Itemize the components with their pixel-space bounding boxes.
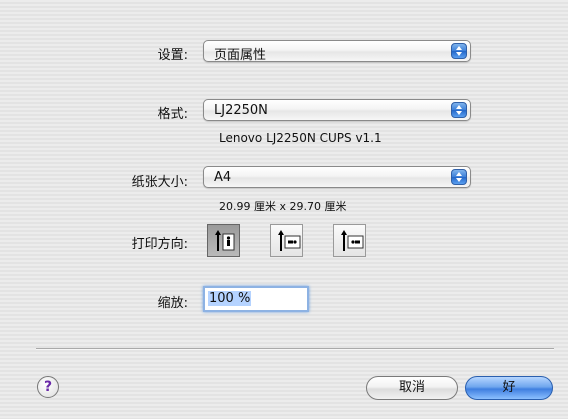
divider xyxy=(36,348,554,350)
orientation-landscape-button[interactable] xyxy=(270,224,303,257)
reverse-landscape-icon xyxy=(341,230,364,251)
format-info: Lenovo LJ2250N CUPS v1.1 xyxy=(219,131,382,145)
settings-popup[interactable]: 页面属性 xyxy=(203,40,471,63)
scale-input[interactable]: 100 % xyxy=(203,286,309,312)
format-value: LJ2250N xyxy=(214,103,268,118)
paper-size-popup[interactable]: A4 xyxy=(203,166,471,188)
paper-size-label: 纸张大小: xyxy=(131,175,188,190)
popup-arrows-icon xyxy=(451,43,467,59)
paper-size-value: A4 xyxy=(214,170,232,185)
format-popup[interactable]: LJ2250N xyxy=(203,99,471,121)
settings-value: 页面属性 xyxy=(214,48,267,63)
orientation-label: 打印方向: xyxy=(131,237,188,252)
portrait-icon xyxy=(215,230,235,251)
paper-size-info: 20.99 厘米 x 29.70 厘米 xyxy=(219,200,347,213)
orientation-reverse-landscape-button[interactable] xyxy=(333,224,366,257)
settings-label: 设置: xyxy=(157,48,188,63)
cancel-button[interactable]: 取消 xyxy=(366,376,458,400)
popup-arrows-icon xyxy=(451,102,467,118)
scale-value: 100 % xyxy=(208,291,252,306)
ok-button[interactable]: 好 xyxy=(465,376,553,400)
format-label: 格式: xyxy=(157,107,188,122)
orientation-portrait-button[interactable] xyxy=(207,224,240,257)
landscape-icon xyxy=(278,230,301,251)
scale-label: 缩放: xyxy=(157,296,188,311)
help-button[interactable]: ? xyxy=(37,376,59,398)
popup-arrows-icon xyxy=(451,169,467,185)
